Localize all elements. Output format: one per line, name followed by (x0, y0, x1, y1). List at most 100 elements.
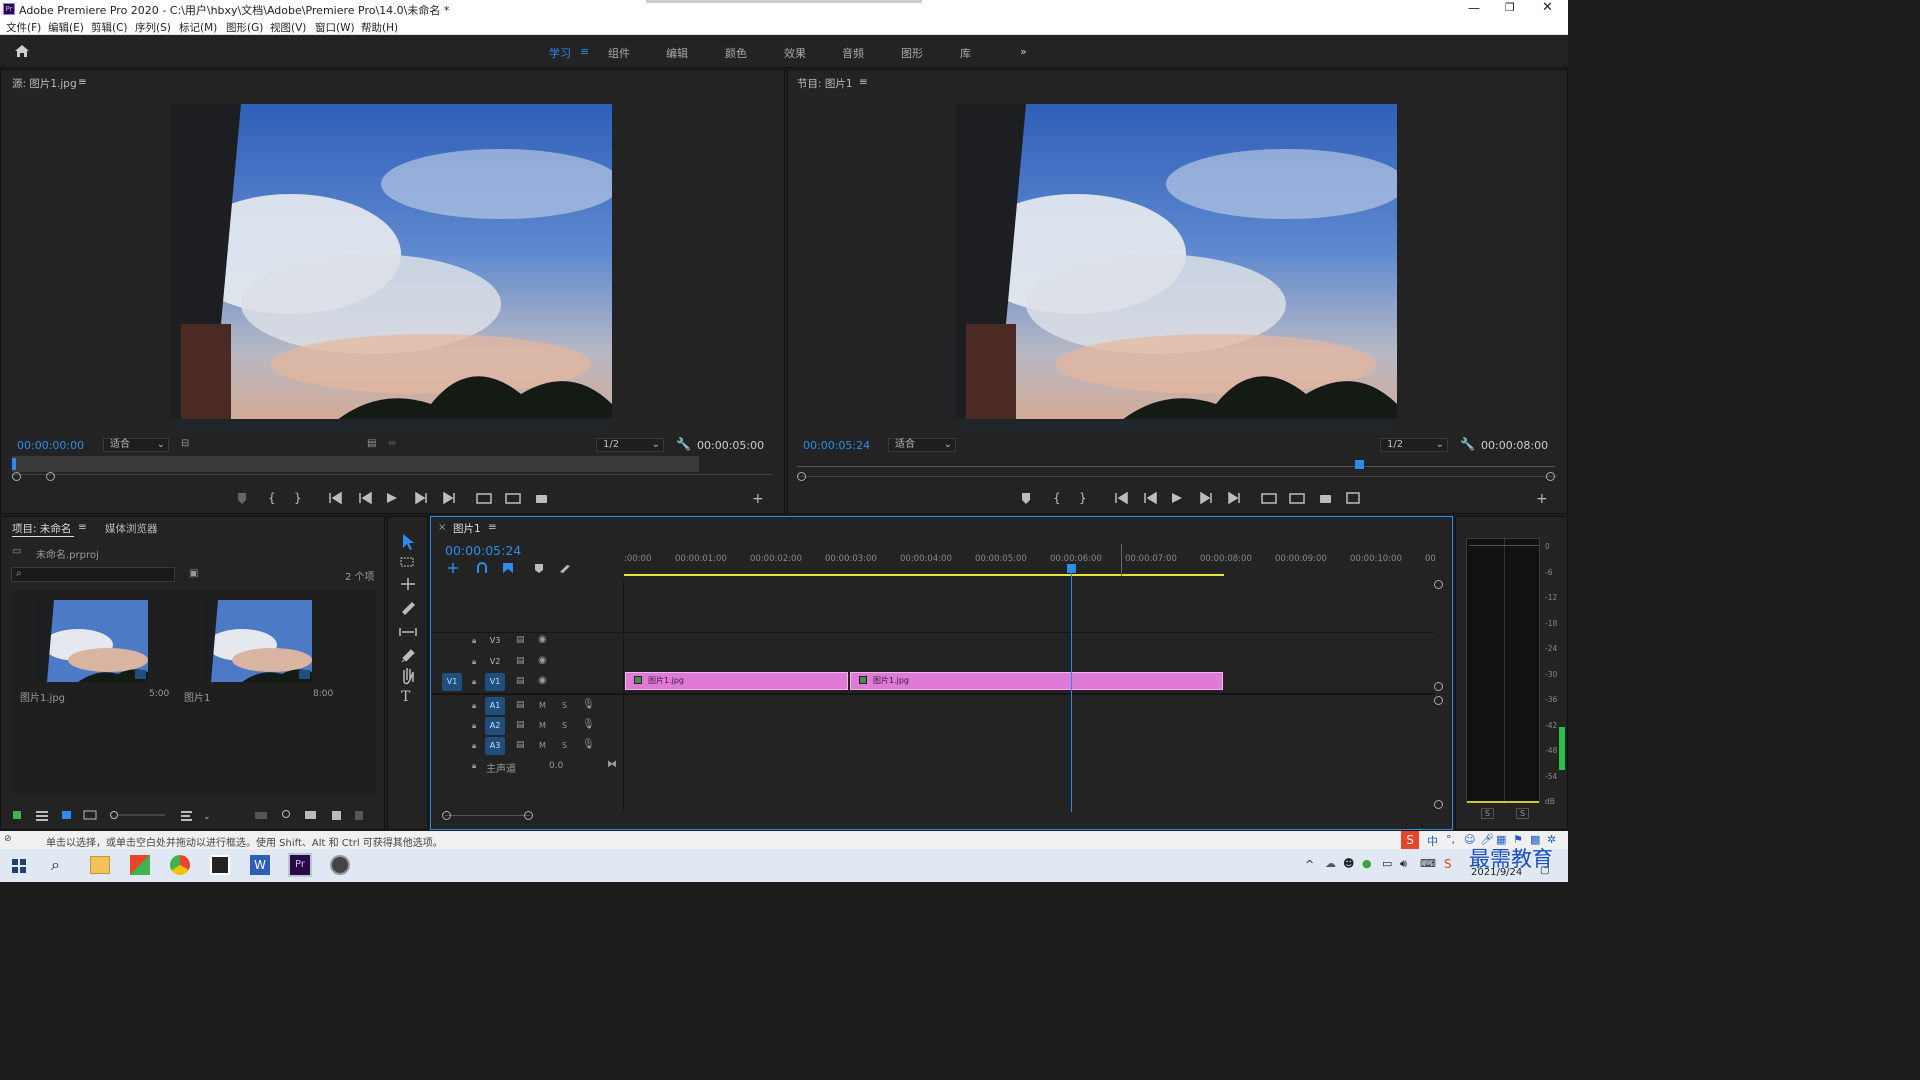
file-explorer-icon[interactable] (90, 856, 110, 874)
timeline-timecode[interactable]: 00:00:05:24 (445, 543, 521, 558)
microphone-icon[interactable]: 🎙︎ (582, 699, 595, 710)
workspace-assembly[interactable]: 组件 (608, 45, 630, 61)
lock-icon[interactable]: 🔒︎ (472, 721, 476, 731)
timeline-clip[interactable]: 图片1.jpg (625, 672, 848, 690)
home-icon[interactable] (14, 44, 30, 58)
menu-sequence[interactable]: 序列(S) (135, 20, 171, 35)
eye-icon[interactable]: ◉ (538, 634, 547, 645)
sync-lock-icon[interactable]: ▤ (516, 740, 525, 750)
premiere-taskbar-active[interactable]: Pr (288, 853, 312, 877)
project-tab[interactable]: 项目: 未命名 (12, 521, 71, 536)
chevron-up-icon[interactable]: ^ (1305, 858, 1314, 871)
microphone-icon[interactable]: 🎙︎ (582, 719, 595, 730)
timeline-panel-menu-icon[interactable]: ≡ (488, 521, 497, 533)
go-to-edit-point-icon[interactable]: ⧓ (607, 759, 617, 770)
sync-lock-icon[interactable]: ▤ (516, 656, 525, 666)
sync-lock-icon[interactable]: ▤ (516, 676, 525, 686)
new-bin-from-search-icon[interactable]: ▣ (189, 568, 198, 579)
sync-lock-icon[interactable]: ▤ (516, 700, 525, 710)
workspace-audio[interactable]: 音频 (842, 45, 864, 61)
chrome-icon[interactable] (170, 855, 190, 875)
workspace-more-icon[interactable]: » (1020, 45, 1027, 58)
program-zoom-bar[interactable] (797, 476, 1557, 477)
workspace-editing[interactable]: 编辑 (666, 45, 688, 61)
media-app-icon[interactable] (330, 855, 350, 875)
mute-button-a1[interactable]: M (539, 701, 546, 710)
source-panel-menu-icon[interactable]: ≡ (78, 76, 87, 88)
minimize-icon[interactable]: — (1468, 1, 1480, 15)
menu-marker[interactable]: 标记(M) (179, 20, 217, 35)
source-timebar[interactable] (12, 456, 699, 472)
track-height-handle[interactable] (1434, 696, 1443, 705)
media-browser-tab[interactable]: 媒体浏览器 (105, 521, 158, 536)
punctuation-icon[interactable]: °, (1446, 833, 1455, 846)
source-drag-audio-icon[interactable]: ⇹ (388, 438, 396, 449)
menu-view[interactable]: 视图(V) (270, 20, 306, 35)
track-height-handle[interactable] (1434, 800, 1443, 809)
lock-icon[interactable]: 🔒︎ (472, 741, 476, 751)
track-target-a1[interactable]: A1 (485, 697, 505, 715)
eye-icon[interactable]: ◉ (538, 655, 547, 666)
workspace-libraries[interactable]: 库 (960, 45, 971, 61)
project-search-input[interactable]: ⌕ (11, 567, 175, 582)
lock-icon[interactable]: 🔒︎ (472, 761, 476, 771)
master-volume-value[interactable]: 0.0 (549, 761, 563, 771)
mute-button-a3[interactable]: M (539, 741, 546, 750)
wechat-icon[interactable]: ● (1362, 857, 1372, 870)
mute-button-a2[interactable]: M (539, 721, 546, 730)
source-playhead[interactable] (12, 458, 16, 470)
track-target-v2[interactable]: V2 (485, 653, 505, 671)
sync-lock-icon[interactable]: ▤ (516, 720, 525, 730)
source-settings-icon[interactable]: ⊟ (181, 438, 189, 449)
solo-button-a1[interactable]: S (562, 701, 567, 710)
timeline-zoom-bar[interactable] (445, 815, 530, 816)
menu-file[interactable]: 文件(F) (6, 20, 41, 35)
program-zoom-handle-right[interactable] (1546, 472, 1555, 481)
source-wrench-icon[interactable]: 🔧 (676, 437, 691, 451)
project-item-name[interactable]: 图片1.jpg (20, 689, 65, 704)
project-panel-menu-icon[interactable]: ≡ (78, 521, 87, 533)
solo-button-a2[interactable]: S (562, 721, 567, 730)
project-sequence-thumbnail[interactable] (202, 600, 312, 682)
program-zoom-select[interactable]: 适合 ⌄ (888, 438, 956, 452)
source-zoom-select[interactable]: 适合 ⌄ (103, 438, 169, 452)
workspace-graphics[interactable]: 图形 (901, 45, 923, 61)
source-timecode[interactable]: 00:00:00:00 (17, 439, 84, 452)
source-patch-v1[interactable]: V1 (442, 673, 462, 691)
project-item-thumbnail[interactable] (38, 600, 148, 682)
program-playhead[interactable] (1355, 460, 1364, 469)
menu-graphics[interactable]: 图形(G) (226, 20, 263, 35)
project-sequence-name[interactable]: 图片1 (184, 689, 210, 704)
sync-lock-icon[interactable]: ▤ (516, 635, 525, 645)
menu-help[interactable]: 帮助(H) (361, 20, 398, 35)
program-monitor-title[interactable]: 节目: 图片1 (797, 76, 853, 91)
source-drag-video-icon[interactable]: ▤ (367, 438, 376, 449)
source-monitor-title[interactable]: 源: 图片1.jpg (12, 76, 77, 91)
volume-icon[interactable]: 🔊︎ (1400, 857, 1407, 871)
program-timebar[interactable] (797, 466, 1555, 467)
search-icon[interactable]: ⌕ (51, 855, 60, 875)
work-area-bar[interactable] (624, 574, 1224, 576)
source-zoom-handle-left[interactable] (12, 472, 21, 481)
close-icon[interactable]: ✕ (1542, 0, 1553, 15)
lock-icon[interactable]: 🔒︎ (472, 677, 476, 687)
cloud-icon[interactable]: ☁ (1325, 857, 1336, 870)
workspace-menu-icon[interactable]: ≡ (580, 45, 589, 58)
timeline-close-icon[interactable]: × (438, 522, 446, 533)
network-icon[interactable]: ▭ (1382, 857, 1392, 870)
restore-icon[interactable]: ❐ (1505, 1, 1515, 14)
solo-left-button[interactable]: S (1481, 808, 1495, 819)
ime-taskbar-icon[interactable]: ⌨ (1420, 857, 1436, 870)
solo-button-a3[interactable]: S (562, 741, 567, 750)
track-target-a3[interactable]: A3 (485, 737, 505, 755)
lock-icon[interactable]: 🔒︎ (472, 701, 476, 711)
lock-icon[interactable]: 🔒︎ (472, 636, 476, 646)
program-timecode[interactable]: 00:00:05:24 (803, 439, 870, 452)
menu-window[interactable]: 窗口(W) (315, 20, 355, 35)
menu-edit[interactable]: 编辑(E) (48, 20, 84, 35)
program-panel-menu-icon[interactable]: ≡ (859, 76, 868, 88)
solo-right-button[interactable]: S (1516, 808, 1530, 819)
eye-icon[interactable]: ◉ (538, 675, 547, 686)
lock-icon[interactable]: 🔒︎ (472, 657, 476, 667)
track-height-handle[interactable] (1434, 682, 1443, 691)
